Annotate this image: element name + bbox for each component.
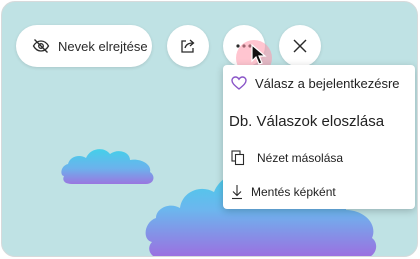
menu-item-copy-view[interactable]: Nézet másolása — [223, 146, 415, 170]
canvas-background: Nevek elrejtése Válasz a bejelentkezésre… — [1, 1, 418, 257]
close-icon — [293, 39, 307, 53]
menu-item-label: Mentés képként — [251, 185, 336, 199]
close-button[interactable] — [279, 25, 321, 67]
menu-item-save-as-image[interactable]: Mentés képként — [223, 180, 415, 204]
share-button[interactable] — [167, 25, 209, 67]
mouse-cursor-icon — [251, 44, 267, 65]
menu-item-label: Nézet másolása — [257, 151, 344, 165]
heart-icon — [231, 76, 247, 90]
menu-item-response-distribution[interactable]: Db. Válaszok eloszlása — [223, 109, 415, 133]
menu-item-label: Db. Válaszok eloszlása — [229, 112, 385, 130]
menu-item-reply-to-login[interactable]: Válasz a bejelentkezésre — [223, 71, 415, 95]
hide-names-button[interactable]: Nevek elrejtése — [16, 25, 152, 67]
download-icon — [231, 184, 243, 200]
eye-off-icon — [32, 38, 50, 54]
copy-icon — [231, 150, 245, 166]
menu-item-label: Válasz a bejelentkezésre — [255, 75, 400, 91]
hide-names-label: Nevek elrejtése — [58, 38, 148, 54]
more-options-menu: Válasz a bejelentkezésre Db. Válaszok el… — [223, 65, 415, 209]
share-icon — [179, 37, 197, 55]
